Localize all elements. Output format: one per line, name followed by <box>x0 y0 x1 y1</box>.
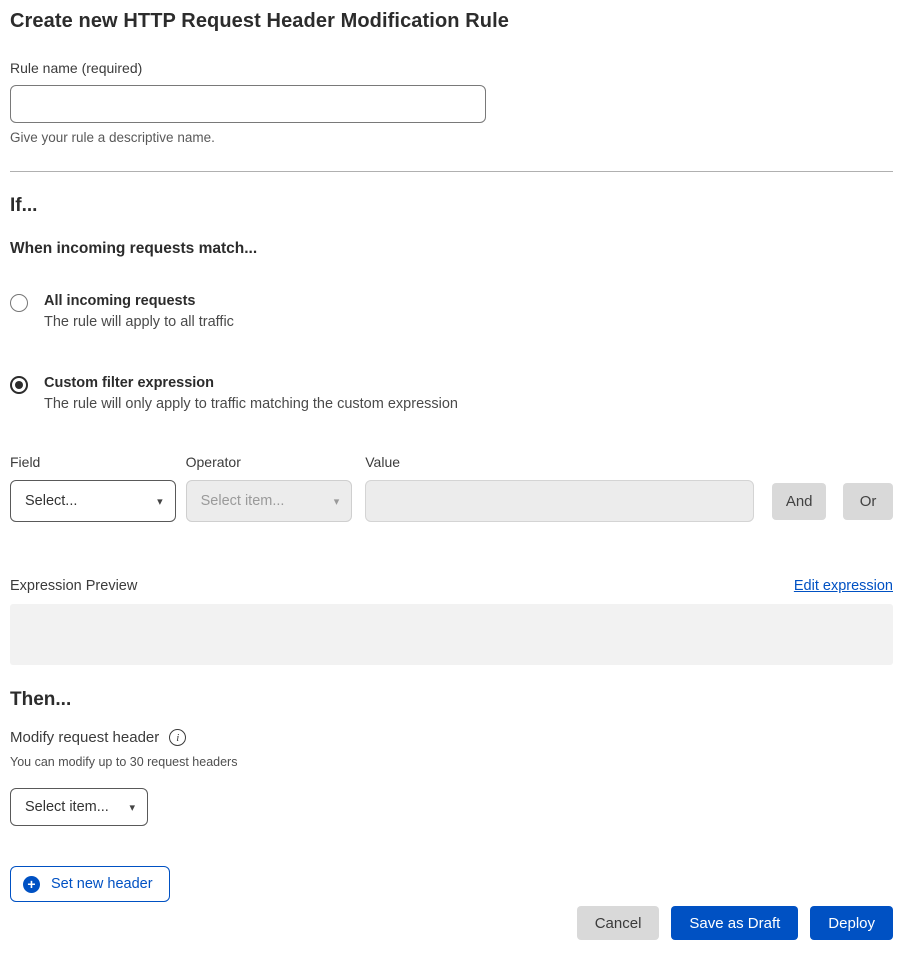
field-select[interactable]: Select... ▾ <box>10 480 176 522</box>
plus-icon: + <box>23 876 40 893</box>
section-divider <box>10 171 893 172</box>
match-subheading: When incoming requests match... <box>10 240 893 258</box>
chevron-down-icon: ▾ <box>334 495 340 508</box>
header-item-select-value: Select item... <box>25 799 109 815</box>
radio-option-label[interactable]: All incoming requests <box>44 293 234 309</box>
footer-actions: Cancel Save as Draft Deploy <box>10 906 893 940</box>
field-select-value: Select... <box>25 493 77 509</box>
set-new-header-label: Set new header <box>51 876 153 892</box>
operator-label: Operator <box>186 454 353 470</box>
expression-builder-row: Field Select... ▾ Operator Select item..… <box>10 454 893 522</box>
expression-preview-box <box>10 604 893 665</box>
edit-expression-link[interactable]: Edit expression <box>794 578 893 594</box>
and-button[interactable]: And <box>772 483 826 520</box>
operator-select-value: Select item... <box>201 493 285 509</box>
chevron-down-icon: ▾ <box>129 801 135 814</box>
set-new-header-button[interactable]: + Set new header <box>10 866 170 902</box>
create-rule-form: Create new HTTP Request Header Modificat… <box>0 0 899 940</box>
page-title: Create new HTTP Request Header Modificat… <box>10 10 893 33</box>
radio-button-unselected[interactable] <box>10 294 28 312</box>
value-input[interactable] <box>365 480 754 522</box>
modify-request-header-label: Modify request header <box>10 729 159 746</box>
expression-preview-header: Expression Preview Edit expression <box>10 578 893 594</box>
value-label: Value <box>365 454 754 470</box>
radio-option-description: The rule will only apply to traffic matc… <box>44 396 458 412</box>
field-label: Field <box>10 454 176 470</box>
field-column: Field Select... ▾ <box>10 454 176 522</box>
operator-select[interactable]: Select item... ▾ <box>186 480 353 522</box>
expression-preview-label: Expression Preview <box>10 578 137 594</box>
deploy-button[interactable]: Deploy <box>810 906 893 940</box>
radio-option-all-incoming[interactable]: All incoming requests The rule will appl… <box>10 293 893 330</box>
header-item-select[interactable]: Select item... ▾ <box>10 788 148 826</box>
radio-option-custom-filter[interactable]: Custom filter expression The rule will o… <box>10 375 893 412</box>
radio-option-description: The rule will apply to all traffic <box>44 314 234 330</box>
radio-option-text: All incoming requests The rule will appl… <box>44 293 234 330</box>
then-heading: Then... <box>10 689 893 711</box>
rule-name-label: Rule name (required) <box>10 60 893 76</box>
chevron-down-icon: ▾ <box>157 495 163 508</box>
or-button[interactable]: Or <box>843 483 893 520</box>
radio-option-text: Custom filter expression The rule will o… <box>44 375 458 412</box>
rule-name-helper: Give your rule a descriptive name. <box>10 130 893 145</box>
info-icon[interactable]: i <box>169 729 186 746</box>
modify-header-helper: You can modify up to 30 request headers <box>10 755 893 769</box>
radio-button-selected[interactable] <box>10 376 28 394</box>
operator-column: Operator Select item... ▾ <box>186 454 353 522</box>
modify-header-row: Modify request header i <box>10 729 893 746</box>
value-column: Value <box>365 454 754 522</box>
save-as-draft-button[interactable]: Save as Draft <box>671 906 798 940</box>
if-heading: If... <box>10 195 893 217</box>
rule-name-input[interactable] <box>10 85 486 123</box>
radio-option-label[interactable]: Custom filter expression <box>44 375 458 391</box>
cancel-button[interactable]: Cancel <box>577 906 660 940</box>
